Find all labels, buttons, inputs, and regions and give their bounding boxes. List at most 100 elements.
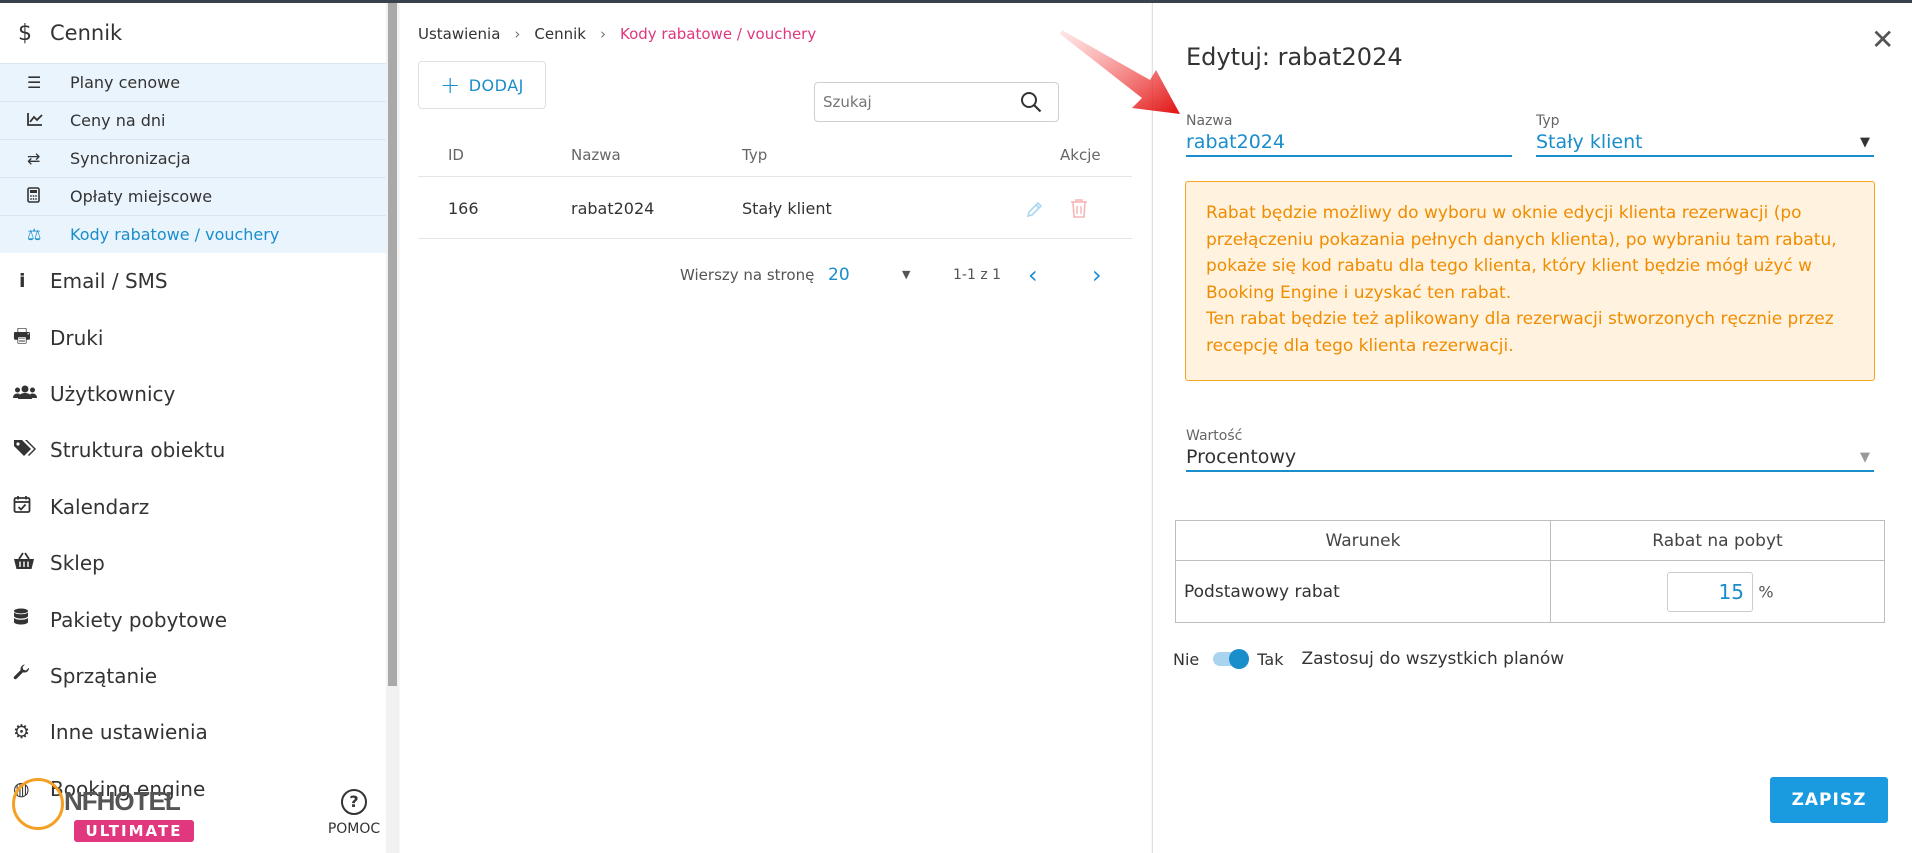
search-box[interactable] <box>814 82 1059 122</box>
list-icon: ☰ <box>27 73 42 92</box>
breadcrumb-item[interactable]: Cennik <box>534 25 586 43</box>
info-icon: i <box>19 270 26 293</box>
sidebar-item-label: Inne ustawienia <box>50 720 208 745</box>
cond-header: Warunek <box>1175 520 1551 561</box>
apply-all-toggle[interactable] <box>1213 649 1250 669</box>
toggle-yes-label: Tak <box>1257 649 1284 669</box>
value-label: Wartość <box>1186 428 1243 444</box>
column-header-id[interactable]: ID <box>448 133 464 177</box>
sidebar-item-label: Druki <box>50 325 104 350</box>
close-icon[interactable]: ✕ <box>1871 23 1894 56</box>
info-text-2: Ten rabat będzie też aplikowany dla reze… <box>1206 309 1834 356</box>
sidebar-item-druki[interactable]: 🖶 Druki <box>0 309 386 365</box>
sidebar-item-ceny-na-dni[interactable]: Ceny na dni <box>0 101 386 139</box>
sidebar-item-email-sms[interactable]: i Email / SMS <box>0 253 386 309</box>
sidebar-scrollbar[interactable] <box>386 3 399 853</box>
sidebar-item-plany-cenowe[interactable]: ☰ Plany cenowe <box>0 63 386 101</box>
sidebar-item-sprzatanie[interactable]: Sprzątanie <box>0 648 386 704</box>
toggle-label: Zastosuj do wszystkich planów <box>1301 649 1565 669</box>
next-page-icon[interactable]: › <box>1092 255 1102 295</box>
sidebar-section-label: Cennik <box>50 21 123 45</box>
rows-per-page-select[interactable]: 20 <box>828 255 850 295</box>
logo-text: NFHOTEL <box>64 786 181 816</box>
sidebar-item-kalendarz[interactable]: Kalendarz <box>0 479 386 535</box>
value-select[interactable]: Procentowy ▼ <box>1186 446 1874 472</box>
sidebar-item-oplaty-miejscowe[interactable]: Opłaty miejscowe <box>0 177 386 215</box>
discount-header: Rabat na pobyt <box>1550 520 1885 561</box>
column-header-name[interactable]: Nazwa <box>571 133 621 177</box>
sidebar-item-struktura-obiektu[interactable]: Struktura obiektu <box>0 422 386 478</box>
info-box: Rabat będzie możliwy do wyboru w oknie e… <box>1185 181 1875 381</box>
chevron-down-icon[interactable]: ▼ <box>902 255 910 295</box>
sidebar-item-sklep[interactable]: Sklep <box>0 535 386 591</box>
sidebar-item-kody-rabatowe[interactable]: ⚖ Kody rabatowe / vouchery <box>0 215 386 253</box>
apply-all-toggle-row: Nie Tak Zastosuj do wszystkich planów <box>1173 646 1564 672</box>
delete-trash-icon[interactable] <box>1070 198 1088 223</box>
sidebar: $ Cennik ☰ Plany cenowe Ceny na dni ⇄ Sy… <box>0 3 386 853</box>
help-label: POMOC <box>327 821 381 837</box>
add-button-label: DODAJ <box>468 75 524 95</box>
sidebar-item-label: Pakiety pobytowe <box>50 607 228 632</box>
value-select-value: Procentowy <box>1186 446 1297 468</box>
sidebar-item-label: Struktura obiektu <box>50 438 226 463</box>
table-header: ID Nazwa Typ Akcje <box>418 133 1132 177</box>
prev-page-icon[interactable]: ‹ <box>1028 255 1038 295</box>
sidebar-item-inne-ustawienia[interactable]: ⚙ Inne ustawienia <box>0 704 386 760</box>
chevron-down-icon: ▼ <box>1860 135 1870 150</box>
plus-icon: + <box>440 71 461 99</box>
toggle-thumb[interactable] <box>1229 649 1250 669</box>
add-button[interactable]: + DODAJ <box>418 61 546 109</box>
nfhotel-logo: NFHOTEL ULTIMATE <box>12 778 194 848</box>
page-range: 1-1 z 1 <box>953 267 1002 283</box>
type-label: Typ <box>1536 113 1560 129</box>
logo-badge: ULTIMATE <box>74 820 194 842</box>
percent-unit: % <box>1758 582 1774 601</box>
question-icon: ? <box>341 789 367 815</box>
cell-type: Stały klient <box>742 199 832 218</box>
database-icon <box>13 608 50 631</box>
name-label: Nazwa <box>1186 113 1233 129</box>
search-input[interactable] <box>815 83 1005 121</box>
sidebar-item-synchronizacja[interactable]: ⇄ Synchronizacja <box>0 139 386 177</box>
chart-line-icon <box>27 111 70 130</box>
logo-circle <box>12 778 64 830</box>
edit-panel: Edytuj: rabat2024 ✕ Nazwa rabat2024 Typ … <box>1152 3 1912 853</box>
scrollbar-thumb[interactable] <box>388 3 397 686</box>
save-button[interactable]: ZAPISZ <box>1770 777 1888 823</box>
edit-pencil-icon[interactable] <box>1025 199 1045 223</box>
help-button[interactable]: ? POMOC <box>322 789 386 837</box>
wrench-icon <box>13 664 50 687</box>
column-header-actions: Akcje <box>1060 146 1101 164</box>
sidebar-section-cennik[interactable]: $ Cennik <box>0 3 386 63</box>
table-row[interactable]: 166 rabat2024 Stały klient <box>418 179 1132 239</box>
sidebar-item-label: Sklep <box>50 551 105 576</box>
sidebar-item-label: Email / SMS <box>50 269 168 294</box>
discount-input[interactable]: 15 <box>1667 571 1753 612</box>
sidebar-item-pakiety-pobytowe[interactable]: Pakiety pobytowe <box>0 591 386 647</box>
panel-title: Edytuj: rabat2024 <box>1186 43 1403 71</box>
rows-per-page-label: Wierszy na stronę <box>680 266 815 284</box>
type-select[interactable]: Stały klient ▼ <box>1536 131 1874 157</box>
cond-row-label: Podstawowy rabat <box>1175 560 1551 623</box>
info-text-1: Rabat będzie możliwy do wyboru w oknie e… <box>1206 203 1837 303</box>
sidebar-item-label: Ceny na dni <box>70 111 166 130</box>
discount-cell: 15 % <box>1550 560 1885 623</box>
breadcrumb: Ustawienia › Cennik › Kody rabatowe / vo… <box>418 25 816 43</box>
breadcrumb-item[interactable]: Ustawienia <box>418 25 500 43</box>
sidebar-item-label: Sprzątanie <box>50 663 158 688</box>
breadcrumb-current: Kody rabatowe / vouchery <box>619 25 817 43</box>
balance-icon: ⚖ <box>27 225 42 244</box>
cell-id: 166 <box>448 199 479 218</box>
search-icon[interactable] <box>1020 91 1042 113</box>
calendar-check-icon <box>13 495 50 518</box>
discount-table: Warunek Rabat na pobyt Podstawowy rabat … <box>1175 520 1885 623</box>
chevron-right-icon: › <box>514 25 521 43</box>
sidebar-item-label: Użytkownicy <box>50 381 176 406</box>
sidebar-item-label: Opłaty miejscowe <box>70 187 213 206</box>
name-field[interactable]: rabat2024 <box>1186 131 1512 157</box>
sidebar-item-uzytkownicy[interactable]: Użytkownicy <box>0 366 386 422</box>
column-header-type[interactable]: Typ <box>742 133 767 177</box>
toggle-no-label: Nie <box>1173 649 1200 669</box>
annotation-arrow <box>1060 30 1180 114</box>
type-select-value: Stały klient <box>1536 131 1643 153</box>
